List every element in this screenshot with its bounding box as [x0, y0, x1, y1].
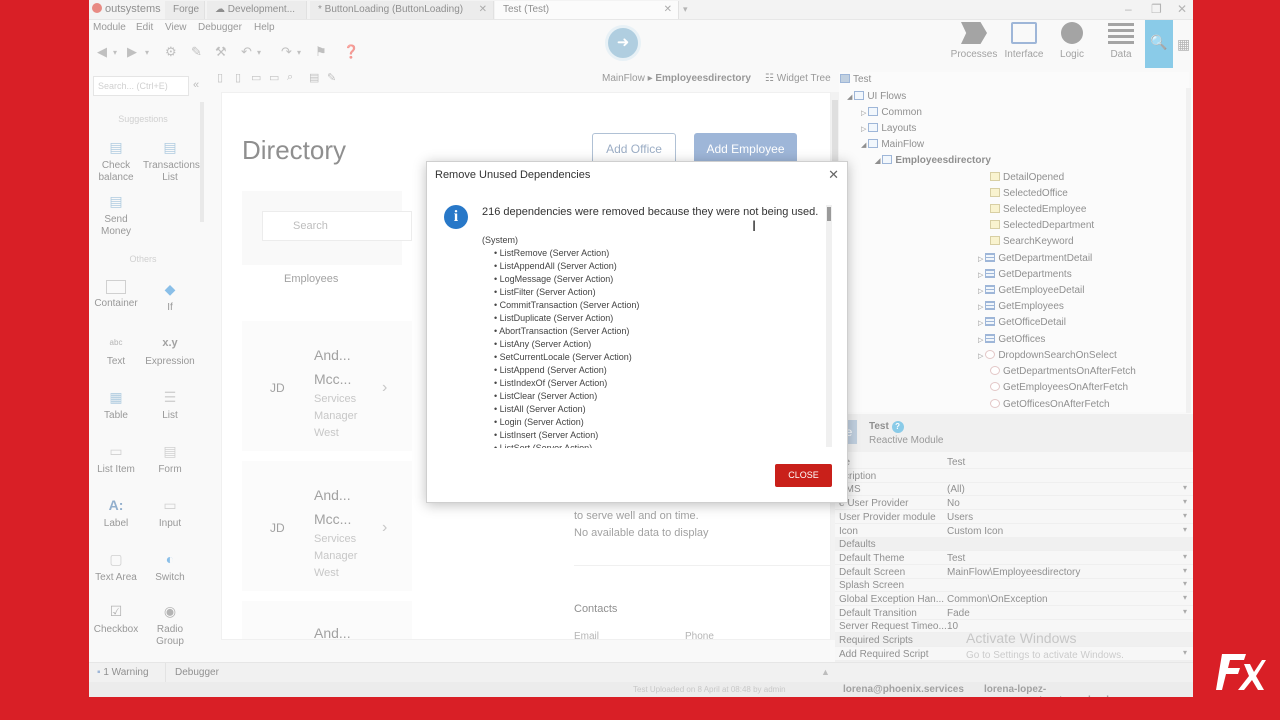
dialog-scroll-thumb[interactable] [827, 207, 831, 221]
dialog-scrollbar[interactable] [826, 205, 832, 447]
remove-dependencies-dialog: Remove Unused Dependencies ✕ i 216 depen… [426, 161, 848, 503]
close-button[interactable]: CLOSE [775, 464, 832, 487]
dependency-item: AbortTransaction (Server Action) [482, 325, 822, 338]
dependency-item: CommitTransaction (Server Action) [482, 299, 822, 312]
dependency-item: SetCurrentLocale (Server Action) [482, 351, 822, 364]
dependency-item: ListDuplicate (Server Action) [482, 312, 822, 325]
close-icon[interactable]: ✕ [828, 167, 839, 183]
phoenix-logo-icon [1216, 650, 1266, 692]
dependency-item: ListClear (Server Action) [482, 390, 822, 403]
dependency-item: ListIndexOf (Server Action) [482, 377, 822, 390]
activation-watermark-subtitle: Go to Settings to activate Windows. [966, 650, 1124, 661]
dependency-items: ListRemove (Server Action)ListAppendAll … [482, 247, 822, 448]
dependency-item: ListAppendAll (Server Action) [482, 260, 822, 273]
removed-dependencies-list[interactable]: (System) ListRemove (Server Action)ListA… [482, 234, 822, 448]
dependency-item: ListSort (Server Action) [482, 442, 822, 448]
info-icon: i [444, 205, 468, 229]
dialog-title: Remove Unused Dependencies [435, 169, 591, 181]
phoenix-logo-svg [1216, 654, 1266, 690]
dependency-group: (System) [482, 235, 518, 245]
dependency-item: ListAny (Server Action) [482, 338, 822, 351]
dependency-item: ListRemove (Server Action) [482, 247, 822, 260]
dependency-item: ListAll (Server Action) [482, 403, 822, 416]
dialog-message: 216 dependencies were removed because th… [482, 206, 819, 218]
dependency-item: ListAppend (Server Action) [482, 364, 822, 377]
dependency-item: Login (Server Action) [482, 416, 822, 429]
text-cursor-icon: I [752, 219, 757, 235]
dependency-item: ListInsert (Server Action) [482, 429, 822, 442]
dependency-item: ListFilter (Server Action) [482, 286, 822, 299]
dependency-item: LogMessage (Server Action) [482, 273, 822, 286]
activation-watermark-title: Activate Windows [966, 630, 1077, 646]
